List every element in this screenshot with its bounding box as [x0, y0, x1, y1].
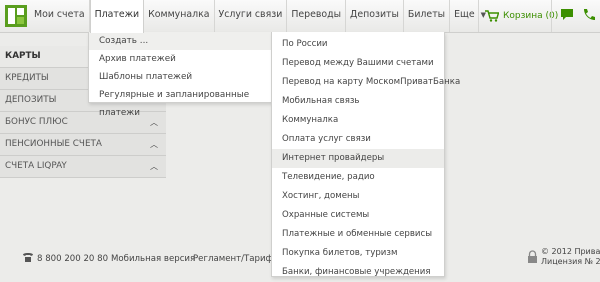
- cart-button[interactable]: Корзина (0): [478, 0, 558, 32]
- footer-regulations-link[interactable]: Регламент/Тарифы: [193, 254, 280, 264]
- toolbar-divider: [551, 0, 552, 32]
- menu-item-payments-archive[interactable]: Архив платежей: [89, 50, 271, 68]
- chat-icon[interactable]: [560, 8, 574, 21]
- footer-phone[interactable]: 8 800 200 20 80: [37, 254, 108, 264]
- sidebar-item-label: ДЕПОЗИТЫ: [5, 95, 57, 105]
- sidebar-item-bonus-plus[interactable]: БОНУС ПЛЮС ︿: [0, 112, 166, 134]
- nav-transfers[interactable]: Переводы: [287, 0, 346, 32]
- sidebar-item-label: БОНУС ПЛЮС: [5, 117, 68, 127]
- footer-mobile-version-link[interactable]: Мобильная версия: [111, 254, 195, 264]
- create-submenu: По России Перевод между Вашими счетами П…: [271, 32, 460, 277]
- submenu-item-utilities[interactable]: Коммуналка: [272, 111, 444, 130]
- nav-utilities[interactable]: Коммуналка: [144, 0, 215, 32]
- sidebar-item-pension-accounts[interactable]: ПЕНСИОННЫЕ СЧЕТА ︿: [0, 134, 166, 156]
- license-text: Лицензия № 28: [541, 257, 600, 266]
- cart-label: Корзина (0): [503, 11, 559, 21]
- copyright-text: © 2012 ПриватБ: [541, 247, 600, 256]
- submenu-item-telecom[interactable]: Оплата услуг связи: [272, 130, 444, 149]
- submenu-item-card-transfer[interactable]: Перевод на карту МоскомПриватБанка: [272, 73, 460, 92]
- submenu-item-between-accounts[interactable]: Перевод между Вашими счетами: [272, 54, 444, 73]
- submenu-item-tickets-tourism[interactable]: Покупка билетов, туризм: [272, 244, 444, 263]
- submenu-item-tv-radio[interactable]: Телевидение, радио: [272, 168, 444, 187]
- menu-item-payment-templates[interactable]: Шаблоны платежей: [89, 68, 271, 86]
- submenu-item-internet-providers[interactable]: Интернет провайдеры: [272, 149, 444, 168]
- nav-payments[interactable]: Платежи: [89, 0, 145, 33]
- submenu-item-mobile[interactable]: Мобильная связь: [272, 92, 444, 111]
- nav-more-label: Еще: [454, 9, 475, 20]
- sidebar-item-label: ПЕНСИОННЫЕ СЧЕТА: [5, 139, 102, 149]
- submenu-item-russia[interactable]: По России: [272, 35, 444, 54]
- nav-my-accounts[interactable]: Мои счета: [30, 0, 90, 32]
- chevron-up-icon: ︿: [150, 118, 158, 127]
- privatbank-logo-icon[interactable]: [5, 5, 27, 27]
- phone-icon[interactable]: [582, 8, 596, 21]
- telephone-icon: [23, 253, 33, 262]
- lock-icon: [528, 250, 537, 263]
- nav-deposits[interactable]: Депозиты: [346, 0, 404, 32]
- chevron-up-icon: ︿: [150, 162, 158, 171]
- menu-item-scheduled-payments[interactable]: Регулярные и запланированные платежи: [89, 86, 271, 118]
- sidebar-item-label: КАРТЫ: [5, 51, 41, 61]
- submenu-item-banks[interactable]: Банки, финансовые учреждения: [272, 263, 444, 282]
- payments-dropdown: Создать ... Архив платежей Шаблоны плате…: [88, 32, 272, 118]
- nav-tickets[interactable]: Билеты: [404, 0, 451, 32]
- footer-copyright: © 2012 ПриватБ Лицензия № 28: [541, 247, 600, 267]
- chevron-up-icon: ︿: [150, 140, 158, 149]
- submenu-item-security-systems[interactable]: Охранные системы: [272, 206, 444, 225]
- main-menu: Мои счета Платежи Коммуналка Услуги связ…: [30, 0, 490, 33]
- sidebar-item-liqpay-accounts[interactable]: СЧЕТА LIQPAY ︿: [0, 156, 166, 178]
- submenu-item-payment-services[interactable]: Платежные и обменные сервисы: [272, 225, 444, 244]
- sidebar-item-label: СЧЕТА LIQPAY: [5, 161, 67, 171]
- sidebar-item-label: КРЕДИТЫ: [5, 73, 49, 83]
- nav-telecom[interactable]: Услуги связи: [215, 0, 288, 32]
- cart-icon: [485, 10, 499, 22]
- submenu-item-hosting[interactable]: Хостинг, домены: [272, 187, 444, 206]
- menu-item-create[interactable]: Создать ...: [89, 32, 271, 50]
- top-navigation-bar: Мои счета Платежи Коммуналка Услуги связ…: [0, 0, 600, 33]
